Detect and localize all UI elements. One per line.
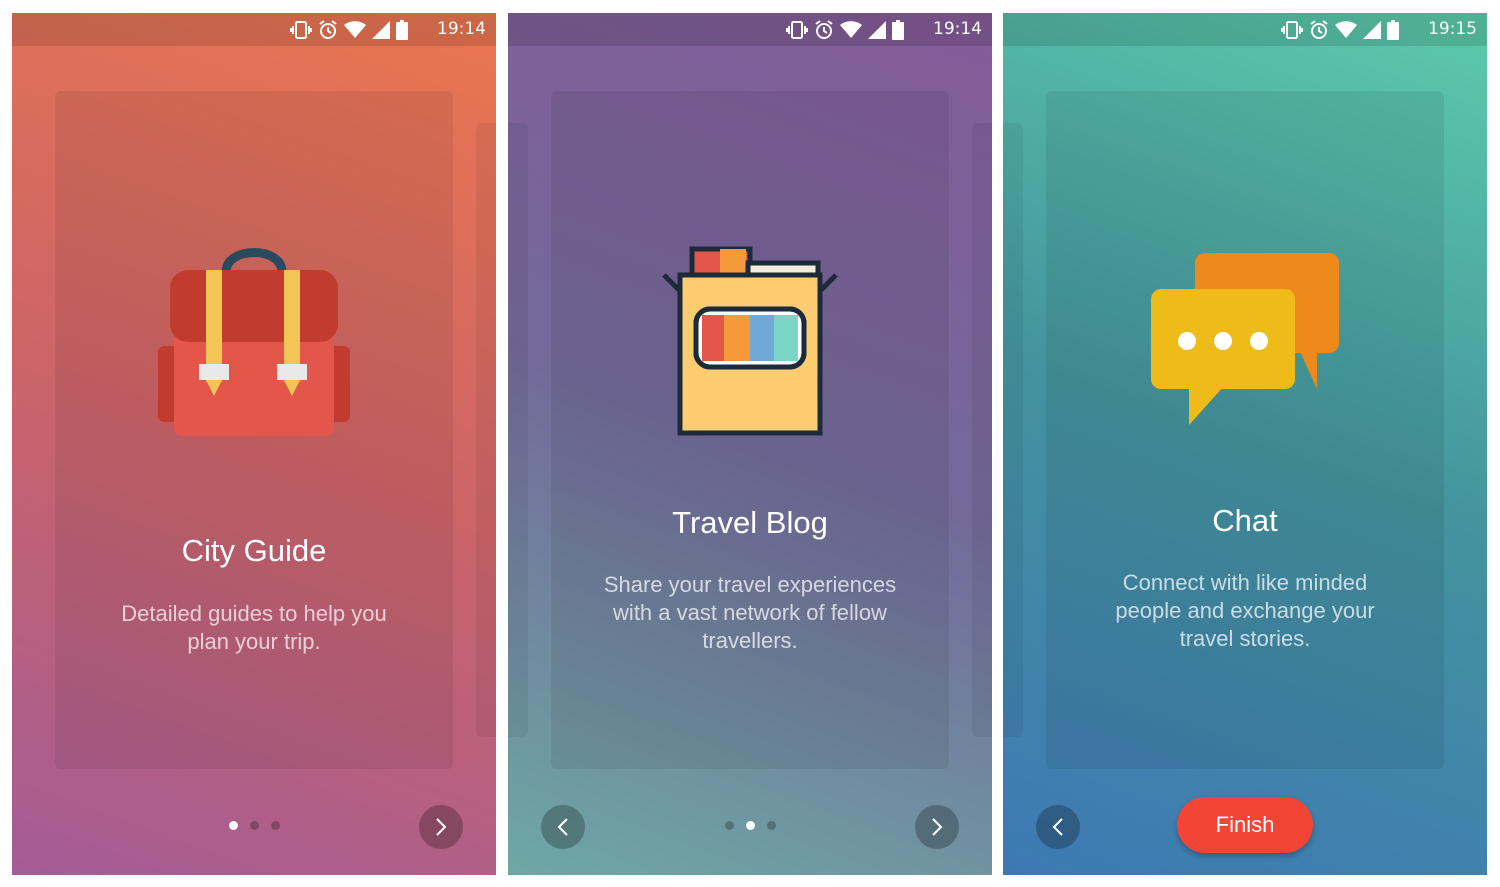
feature-title: Travel Blog [672,505,828,540]
battery-icon [892,20,904,40]
feature-card [1046,91,1444,769]
alarm-icon [815,20,833,39]
onboarding-screen-travel-blog: 19:14 Travel Blog Share your travel expe… [508,13,992,875]
previous-card-peek [1003,123,1023,737]
page-dot [745,821,755,830]
chevron-right-icon [436,818,447,836]
feature-title: City Guide [181,533,327,568]
alarm-icon [319,20,337,39]
onboarding-screen-city-guide: 19:14 City Guide Detailed guides to help… [12,13,496,875]
feature-title: Chat [1212,503,1278,538]
page-dot [724,821,734,830]
status-bar: 19:15 [1003,13,1487,46]
vibrate-icon [1281,21,1303,39]
backpack-icon [158,248,350,436]
chevron-left-icon [1052,818,1063,836]
status-time: 19:15 [1428,19,1477,39]
battery-icon [396,20,408,40]
next-button[interactable] [915,805,959,849]
feature-description: Connect with like minded people and exch… [1115,570,1375,651]
chevron-right-icon [932,818,943,836]
pencil-box-icon [662,246,838,436]
signal-icon [1363,21,1381,39]
signal-icon [868,21,886,39]
previous-card-peek [508,123,528,737]
status-time: 19:14 [933,19,982,39]
next-button[interactable] [419,805,463,849]
chat-bubbles-icon [1151,253,1339,425]
status-bar: 19:14 [12,13,496,46]
finish-button[interactable]: Finish [1177,797,1313,853]
page-dot [249,821,259,830]
alarm-icon [1310,20,1328,39]
battery-icon [1387,20,1399,40]
feature-description: Share your travel experiences with a vas… [603,572,897,653]
status-bar: 19:14 [508,13,992,46]
feature-description: Detailed guides to help you plan your tr… [121,601,387,654]
wifi-icon [1335,21,1357,38]
vibrate-icon [786,21,808,39]
next-card-peek [972,123,992,737]
page-dot [270,821,280,830]
wifi-icon [840,21,862,38]
status-time: 19:14 [437,19,486,39]
page-dot [766,821,776,830]
vibrate-icon [290,21,312,39]
page-dot [228,821,238,830]
previous-button[interactable] [1036,805,1080,849]
wifi-icon [344,21,366,38]
next-card-peek [476,123,496,737]
signal-icon [372,21,390,39]
onboarding-screen-chat: 19:15 Chat Connect with like minded peop… [1003,13,1487,875]
